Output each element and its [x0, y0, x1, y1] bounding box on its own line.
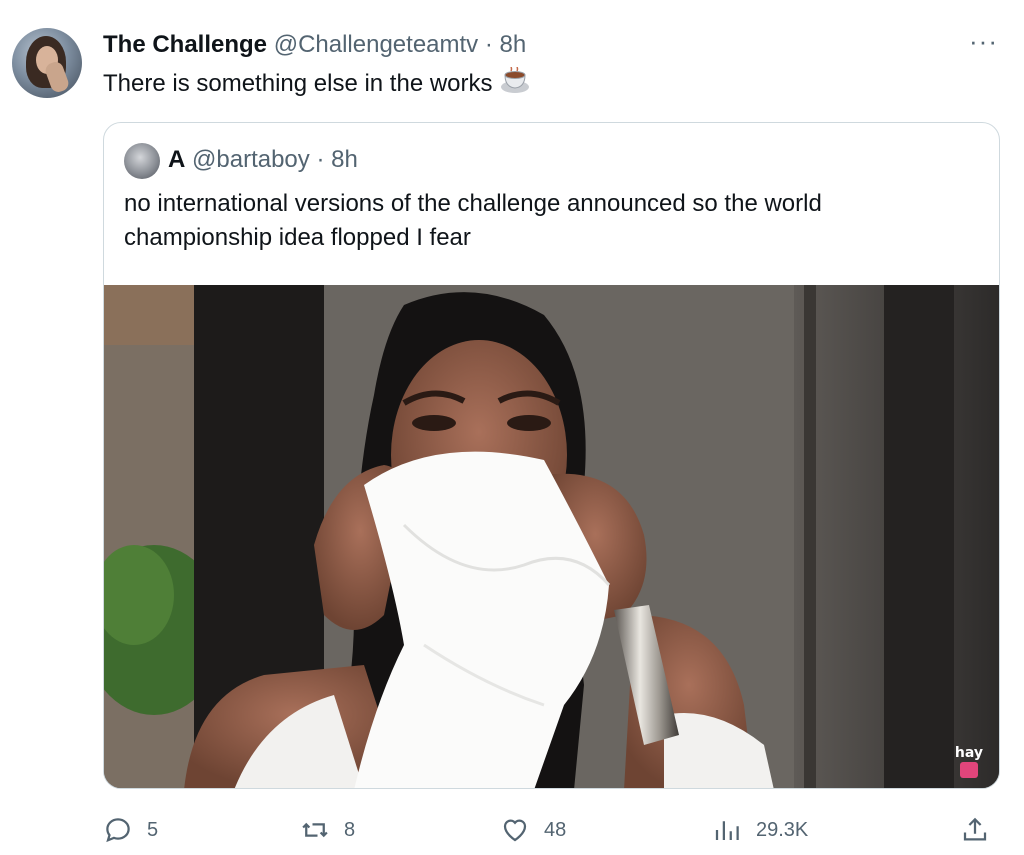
heart-icon	[503, 819, 527, 842]
repost-button[interactable]: 8	[300, 810, 355, 850]
watermark-text: hay	[954, 745, 983, 761]
views-button[interactable]: 29.3K	[712, 810, 808, 850]
reply-button[interactable]: 5	[103, 810, 158, 850]
display-name[interactable]: The Challenge	[103, 31, 267, 58]
quoted-header: A @bartaboy · 8h	[168, 145, 358, 175]
share-button[interactable]	[960, 810, 990, 850]
photo-illustration	[104, 285, 999, 788]
tweet: The Challenge @Challengeteamtv · 8h ··· …	[0, 0, 1024, 855]
repost-icon	[302, 822, 328, 838]
tweet-text: There is something else in the works	[103, 67, 531, 100]
tea-cup-icon	[500, 67, 529, 93]
watermark: hay	[955, 746, 983, 778]
action-bar: 5 8 48 29.3K	[0, 810, 1024, 850]
quoted-media-image[interactable]: hay	[104, 285, 999, 788]
quoted-separator-dot: ·	[316, 146, 325, 173]
quoted-text-line: no international versions of the challen…	[124, 190, 822, 217]
quoted-avatar[interactable]	[124, 143, 160, 179]
reply-count: 5	[147, 818, 159, 841]
like-count: 48	[544, 818, 567, 841]
reply-icon	[106, 818, 130, 843]
quoted-timestamp[interactable]: 8h	[331, 146, 358, 173]
tweet-header: The Challenge @Challengeteamtv · 8h	[103, 30, 526, 60]
handle[interactable]: @Challengeteamtv	[274, 31, 478, 58]
separator-dot: ·	[484, 31, 493, 58]
quoted-handle[interactable]: @bartaboy	[192, 146, 310, 173]
views-chart-icon	[715, 821, 739, 840]
quoted-text-line: championship idea flopped I fear	[124, 224, 471, 251]
quoted-display-name[interactable]: A	[168, 146, 185, 173]
tweet-text-content: There is something else in the works	[103, 70, 493, 97]
share-icon	[963, 817, 987, 841]
timestamp[interactable]: 8h	[500, 31, 527, 58]
quoted-text: no international versions of the challen…	[124, 187, 984, 255]
views-count: 29.3K	[756, 818, 809, 841]
quoted-tweet[interactable]: A @bartaboy · 8h no international versio…	[103, 122, 1000, 789]
avatar[interactable]	[12, 28, 82, 98]
like-button[interactable]: 48	[500, 810, 566, 850]
repost-count: 8	[344, 818, 356, 841]
more-options-icon[interactable]: ···	[969, 26, 998, 56]
